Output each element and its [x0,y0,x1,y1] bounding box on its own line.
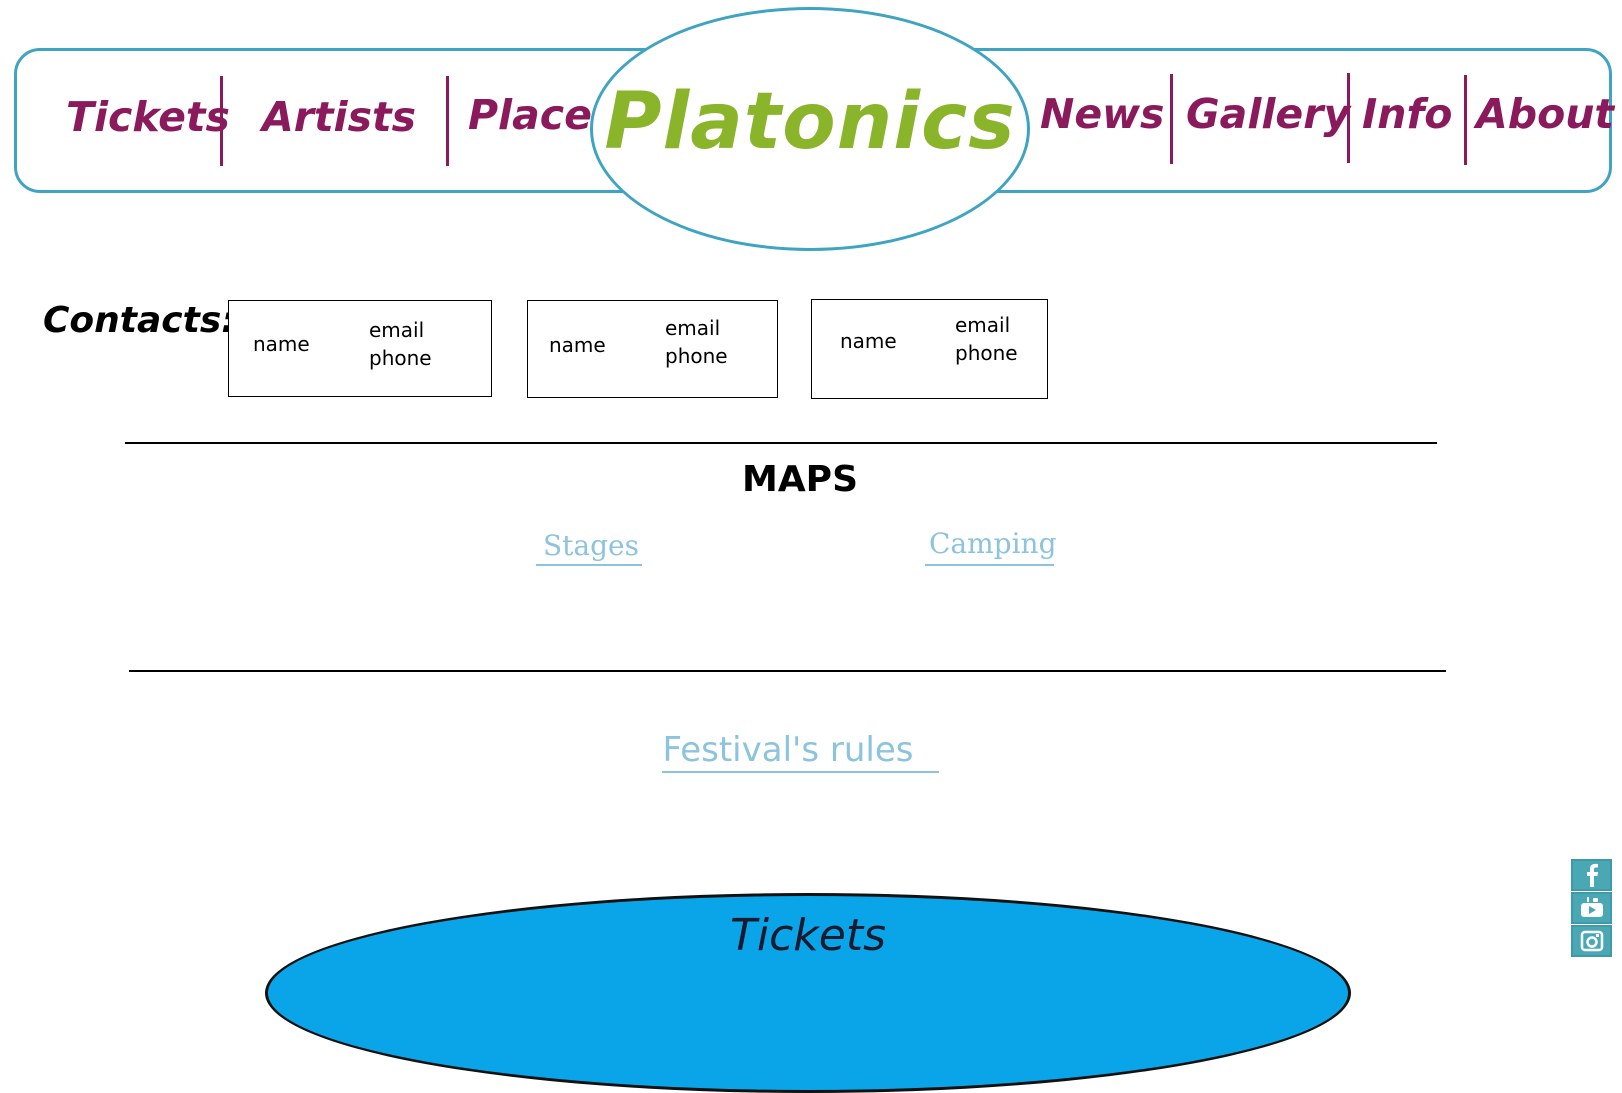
nav-tickets-link[interactable]: Tickets [66,93,230,141]
maps-title: MAPS [742,459,858,500]
nav-gallery-link[interactable]: Gallery [1186,90,1350,138]
nav-separator [1347,73,1350,163]
divider [125,442,1437,444]
camping-map-link[interactable]: Camping [929,526,1057,562]
logo[interactable]: Platonics [590,72,1030,172]
nav-info-link[interactable]: Info [1362,90,1452,138]
contact-phone: phone [369,346,432,370]
nav-artists-link[interactable]: Artists [262,93,416,141]
facebook-icon[interactable] [1571,859,1612,891]
contact-card: name email phone [527,300,778,398]
contact-phone: phone [665,344,728,368]
nav-separator [1464,75,1467,165]
nav-separator [1170,74,1173,164]
contact-email: email [955,313,1011,337]
stages-map-link[interactable]: Stages [543,528,639,564]
tickets-button-label[interactable]: Tickets [265,908,1351,964]
nav-separator [220,76,223,166]
nav-about-link[interactable]: About [1476,90,1614,138]
contact-email: email [665,316,721,340]
contacts-label: Contacts: [43,300,236,341]
link-underline [662,771,939,773]
contact-name: name [549,333,606,357]
nav-place-link[interactable]: Place [468,91,592,139]
contact-name: name [253,332,310,356]
festival-rules-link[interactable]: Festival's rules [640,730,936,770]
nav-separator [446,76,449,166]
nav-news-link[interactable]: News [1040,90,1164,138]
youtube-icon[interactable] [1571,892,1612,924]
contact-card: name email phone [228,300,492,397]
contact-phone: phone [955,341,1018,365]
contact-email: email [369,318,425,342]
instagram-icon[interactable] [1571,925,1612,957]
link-underline [536,564,642,566]
contact-name: name [840,329,897,353]
divider [129,670,1446,672]
contact-card: name email phone [811,299,1048,399]
link-underline [925,564,1054,566]
